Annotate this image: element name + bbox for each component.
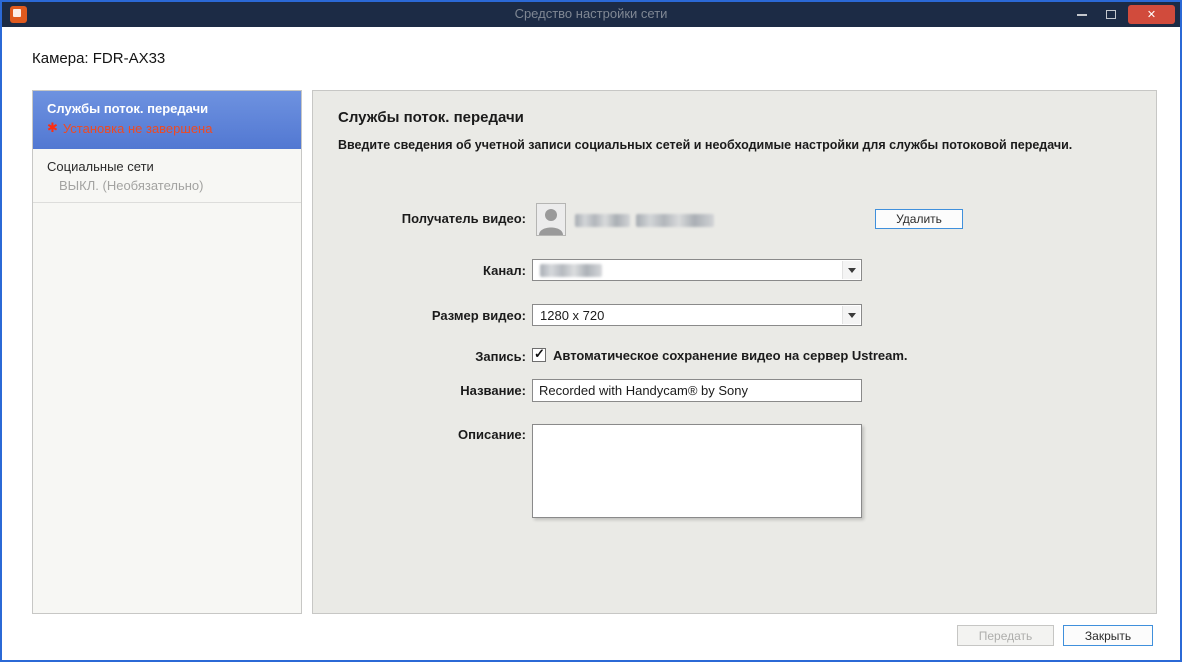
minimize-icon: [1076, 13, 1087, 16]
sidebar-item-label: Социальные сети: [47, 159, 154, 174]
channel-dropdown-button: [842, 261, 860, 279]
sidebar-item-status: ✱ Установка не завершена: [47, 120, 301, 136]
sidebar-item-social[interactable]: Социальные сети ВЫКЛ. (Необязательно): [33, 149, 301, 203]
video-size-value: 1280 x 720: [540, 308, 605, 323]
page-description: Введите сведения об учетной записи социа…: [338, 138, 1073, 152]
channel-label: Канал:: [483, 263, 526, 278]
main-panel: Службы поток. передачи Введите сведения …: [312, 90, 1157, 614]
sidebar-item-status-text: Установка не завершена: [62, 120, 213, 136]
checkmark-icon: ✓: [534, 346, 545, 361]
video-size-label: Размер видео:: [431, 308, 526, 323]
autosave-checkbox-label[interactable]: Автоматическое сохранение видео на серве…: [553, 348, 908, 363]
titlebar[interactable]: Средство настройки сети ✕: [2, 2, 1180, 27]
window-title: Средство настройки сети: [514, 6, 668, 21]
person-icon: [539, 209, 563, 235]
video-size-dropdown-button: [842, 306, 860, 324]
close-icon: ✕: [1146, 9, 1157, 21]
channel-value-redacted: [540, 264, 602, 277]
chevron-down-icon: [847, 267, 856, 273]
delete-button[interactable]: Удалить: [875, 209, 963, 229]
sidebar-item-status-text: ВЫКЛ. (Необязательно): [59, 178, 204, 193]
window-controls: ✕: [1067, 4, 1175, 25]
sidebar: Службы поток. передачи ✱ Установка не за…: [32, 90, 302, 614]
description-field-label: Описание:: [458, 427, 526, 442]
camera-model-label: Камера: FDR-AX33: [32, 50, 166, 67]
recipient-name-redacted: [636, 214, 714, 227]
transfer-button[interactable]: Передать: [957, 625, 1054, 646]
chevron-down-icon: [847, 312, 856, 318]
channel-select[interactable]: [532, 259, 862, 281]
recipient-label: Получатель видео:: [401, 211, 526, 226]
app-window: Средство настройки сети ✕ Камера: FDR-AX…: [0, 0, 1182, 662]
description-textarea[interactable]: [532, 424, 862, 518]
title-input[interactable]: [532, 379, 862, 402]
record-label: Запись:: [475, 349, 526, 364]
video-size-select[interactable]: 1280 x 720: [532, 304, 862, 326]
maximize-button[interactable]: [1096, 5, 1125, 25]
incomplete-asterisk-icon: ✱: [47, 120, 58, 135]
maximize-icon: [1105, 10, 1116, 19]
sidebar-item-label: Службы поток. передачи: [47, 101, 209, 116]
autosave-checkbox[interactable]: ✓: [532, 346, 546, 362]
close-footer-button[interactable]: Закрыть: [1063, 625, 1153, 646]
recipient-avatar: [536, 203, 566, 236]
close-button[interactable]: ✕: [1128, 5, 1175, 24]
title-field-label: Название:: [460, 383, 526, 398]
minimize-button[interactable]: [1067, 5, 1096, 25]
page-title: Службы поток. передачи: [338, 109, 524, 126]
recipient-name-redacted: [575, 214, 630, 227]
sidebar-item-streaming[interactable]: Службы поток. передачи ✱ Установка не за…: [33, 91, 301, 149]
